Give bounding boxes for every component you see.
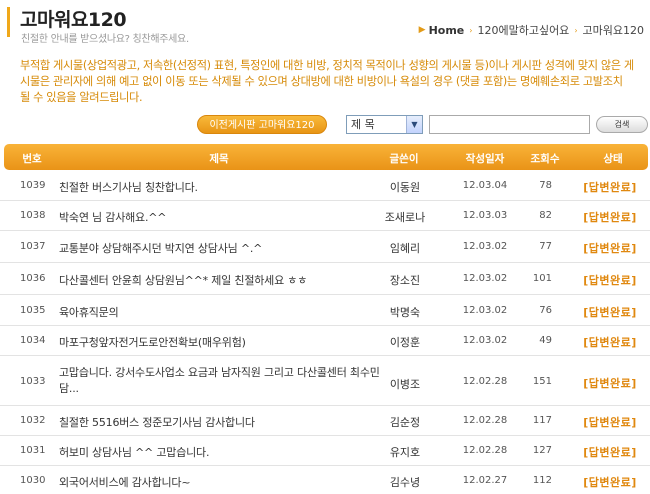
post-title-link[interactable]: 칠절한 5516버스 정준모기사님 감사합니다 (59, 414, 387, 430)
post-number: 1036 (20, 273, 46, 284)
search-input[interactable] (429, 115, 590, 134)
board-notice: 부적합 게시물(상업적광고, 저속한(선정적) 표현, 특정인에 대한 비방, … (20, 59, 634, 104)
search-field-select-value: 제 목 (351, 118, 375, 131)
previous-board-button[interactable]: 이전게시판 고마워요120 (197, 115, 327, 134)
post-author: 조새로나 (384, 211, 426, 224)
status-badge: [답변완료] (583, 306, 637, 319)
status-badge: [답변완료] (583, 181, 637, 194)
post-title-link[interactable]: 고맙습니다. 강서수도사업소 요금과 남자직원 그리고 다산콜센터 최수민 담.… (59, 365, 389, 397)
post-number: 1035 (20, 305, 46, 316)
title-accent-bar (7, 7, 10, 37)
breadcrumb-item-current[interactable]: 고마워요120 (583, 22, 644, 38)
table-row: 1034 마포구청앞자전거도로안전확보(매우위험) 이정훈 12.03.02 4… (0, 326, 650, 356)
post-date: 12.03.04 (462, 180, 508, 191)
post-date: 12.02.27 (462, 475, 508, 486)
post-number: 1038 (20, 210, 46, 221)
breadcrumb: ▶ Home › 120에말하고싶어요 › 고마워요120 (419, 22, 644, 38)
post-title-link[interactable]: 허보미 상담사님 ^^ 고맙습니다. (59, 444, 387, 460)
column-header-title: 제목 (209, 153, 229, 165)
table-row: 1038 박숙연 님 감사해요.^^ 조새로나 12.03.03 82 [답변완… (0, 201, 650, 231)
post-number: 1039 (20, 180, 46, 191)
post-author: 이동원 (389, 181, 421, 194)
page-subtitle: 친절한 안내를 받으셨나요? 칭찬해주세요. (21, 34, 189, 45)
post-date: 12.03.03 (462, 210, 508, 221)
post-author: 박명숙 (389, 306, 421, 319)
table-row: 1033 고맙습니다. 강서수도사업소 요금과 남자직원 그리고 다산콜센터 최… (0, 356, 650, 406)
post-views: 117 (532, 415, 552, 426)
status-badge: [답변완료] (583, 446, 637, 459)
breadcrumb-separator-icon: › (574, 25, 578, 35)
post-title-link[interactable]: 박숙연 님 감사해요.^^ (59, 209, 387, 225)
status-badge: [답변완료] (583, 242, 637, 255)
column-header-date: 작성일자 (465, 153, 505, 165)
table-row: 1035 육아휴직문의 박명숙 12.03.02 76 [답변완료] (0, 295, 650, 326)
post-views: 77 (539, 241, 552, 252)
post-author: 이정훈 (389, 336, 421, 349)
column-header-number: 번호 (22, 153, 42, 165)
post-list: 1039 친절한 버스기사님 칭찬합니다. 이동원 12.03.04 78 [답… (0, 171, 650, 494)
post-number: 1033 (20, 376, 46, 387)
table-row: 1031 허보미 상담사님 ^^ 고맙습니다. 유지호 12.02.28 127… (0, 436, 650, 466)
column-header-views: 조회수 (530, 153, 560, 165)
post-date: 12.03.02 (462, 241, 508, 252)
search-bar: 이전게시판 고마워요120 제 목 ▼ 검색 (0, 115, 650, 135)
breadcrumb-item[interactable]: 120에말하고싶어요 (477, 22, 569, 38)
status-badge: [답변완료] (583, 476, 637, 489)
post-date: 12.02.28 (462, 415, 508, 426)
post-author: 유지호 (389, 446, 421, 459)
table-row: 1037 교통분야 상담해주시던 박지연 상담사님 ^.^ 임혜리 12.03.… (0, 231, 650, 263)
status-badge: [답변완료] (583, 336, 637, 349)
column-header-status: 상태 (603, 153, 623, 165)
post-title-link[interactable]: 마포구청앞자전거도로안전확보(매우위험) (59, 334, 387, 350)
table-row: 1039 친절한 버스기사님 칭찬합니다. 이동원 12.03.04 78 [답… (0, 171, 650, 201)
post-views: 76 (539, 305, 552, 316)
post-views: 112 (532, 475, 552, 486)
post-title-link[interactable]: 다산콜센터 안윤희 상담원님^^* 제일 친절하세요 ㅎㅎ (59, 272, 387, 288)
breadcrumb-home[interactable]: Home (429, 24, 465, 37)
column-header-author: 글쓴이 (389, 153, 419, 165)
post-number: 1037 (20, 241, 46, 252)
post-views: 101 (532, 273, 552, 284)
post-number: 1031 (20, 445, 46, 456)
table-row: 1032 칠절한 5516버스 정준모기사님 감사합니다 김순정 12.02.2… (0, 406, 650, 436)
post-author: 임혜리 (389, 242, 421, 255)
dropdown-arrow-icon[interactable]: ▼ (406, 116, 422, 133)
post-number: 1034 (20, 335, 46, 346)
status-badge: [답변완료] (583, 211, 637, 224)
post-author: 이병조 (389, 378, 421, 391)
page-title: 고마워요120 (20, 9, 127, 31)
post-author: 김순정 (389, 416, 421, 429)
status-badge: [답변완료] (583, 416, 637, 429)
post-date: 12.03.02 (462, 335, 508, 346)
breadcrumb-separator-icon: › (469, 25, 473, 35)
post-title-link[interactable]: 외국어서비스에 감사합니다~ (59, 474, 387, 490)
table-header: 번호 제목 글쓴이 작성일자 조회수 상태 (4, 144, 648, 170)
post-date: 12.03.02 (462, 273, 508, 284)
table-row: 1036 다산콜센터 안윤희 상담원님^^* 제일 친절하세요 ㅎㅎ 장소진 1… (0, 263, 650, 295)
home-bullet-icon: ▶ (418, 25, 426, 35)
table-row: 1030 외국어서비스에 감사합니다~ 김수녕 12.02.27 112 [답변… (0, 466, 650, 494)
post-views: 78 (539, 180, 552, 191)
post-title-link[interactable]: 육아휴직문의 (59, 304, 387, 320)
post-date: 12.03.02 (462, 305, 508, 316)
post-views: 127 (532, 445, 552, 456)
post-views: 49 (539, 335, 552, 346)
search-button[interactable]: 검색 (596, 116, 648, 133)
post-title-link[interactable]: 친절한 버스기사님 칭찬합니다. (59, 179, 387, 195)
post-views: 151 (532, 376, 552, 387)
post-author: 김수녕 (389, 476, 421, 489)
post-views: 82 (539, 210, 552, 221)
post-author: 장소진 (389, 274, 421, 287)
post-number: 1030 (20, 475, 46, 486)
page-header: 고마워요120 친절한 안내를 받으셨나요? 칭찬해주세요. ▶ Home › … (0, 0, 650, 45)
post-title-link[interactable]: 교통분야 상담해주시던 박지연 상담사님 ^.^ (59, 240, 387, 256)
post-date: 12.02.28 (462, 376, 508, 387)
post-number: 1032 (20, 415, 46, 426)
status-badge: [답변완료] (583, 377, 637, 390)
search-field-select[interactable]: 제 목 ▼ (346, 115, 423, 134)
status-badge: [답변완료] (583, 274, 637, 287)
post-date: 12.02.28 (462, 445, 508, 456)
